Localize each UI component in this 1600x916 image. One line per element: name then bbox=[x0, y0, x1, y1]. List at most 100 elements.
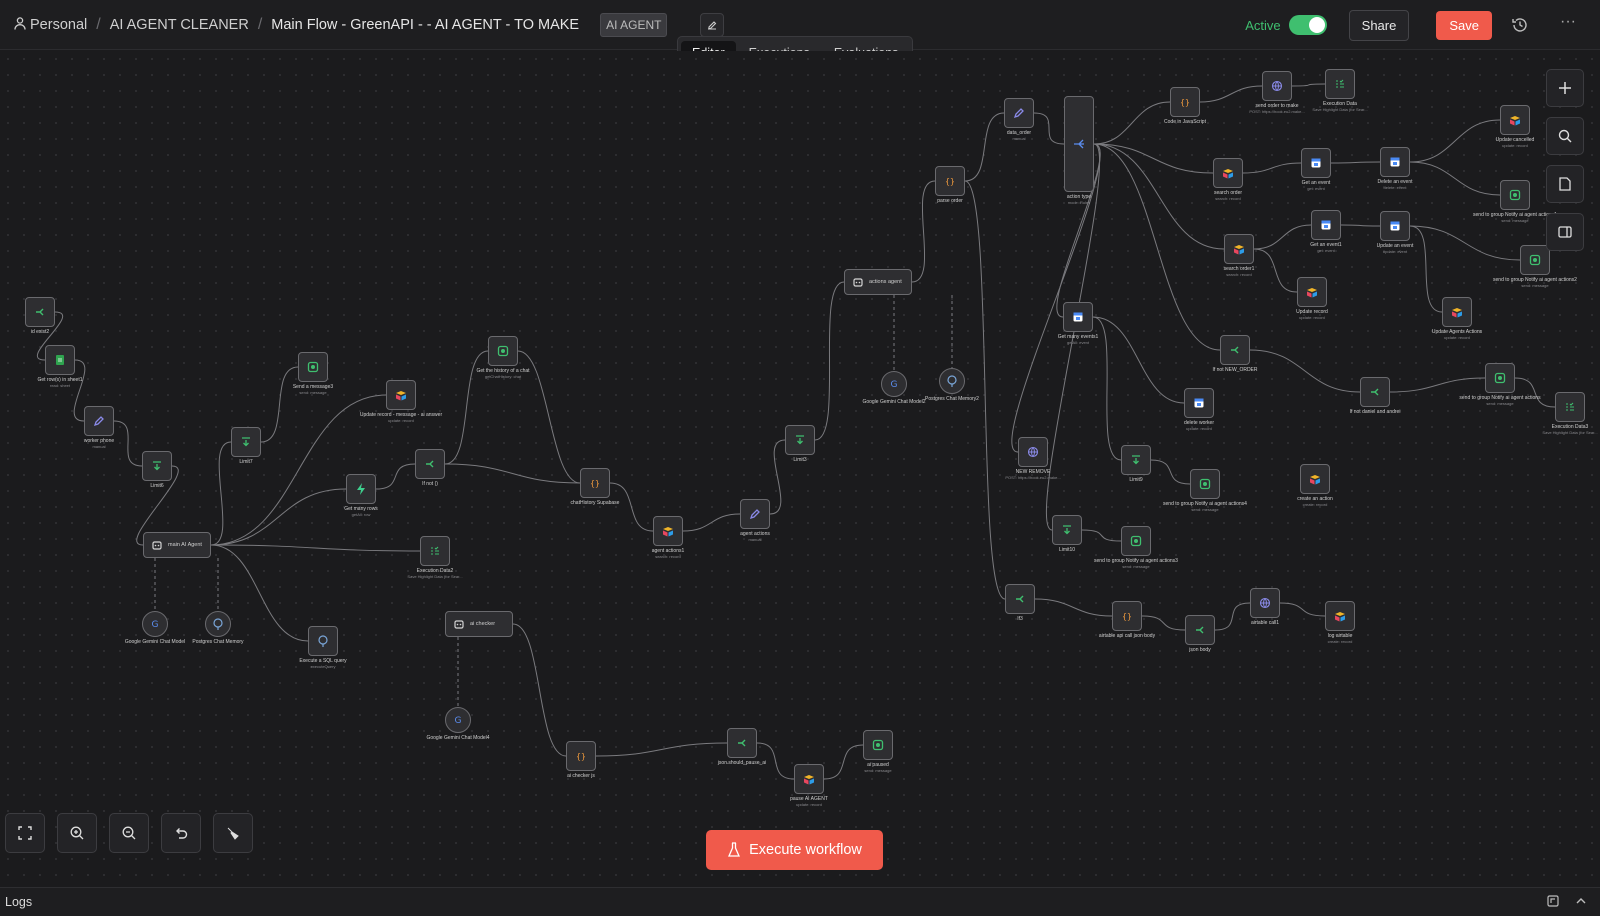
airtable-icon bbox=[394, 388, 408, 402]
workflow-node-n9[interactable] bbox=[298, 352, 328, 382]
workflow-node-n23[interactable]: ai checker bbox=[445, 611, 513, 637]
http-icon bbox=[1026, 445, 1040, 459]
zoom-out-button[interactable] bbox=[109, 813, 149, 853]
workflow-node-n29[interactable]: {} bbox=[935, 166, 965, 196]
workflow-node-n36[interactable] bbox=[1301, 148, 1331, 178]
workflow-node-n24[interactable]: G bbox=[445, 707, 471, 733]
workflow-node-n46[interactable] bbox=[1063, 302, 1093, 332]
workflow-node-n39[interactable] bbox=[1500, 180, 1530, 210]
workflow-node-n37[interactable] bbox=[1380, 147, 1410, 177]
workflow-node-n25[interactable]: {} bbox=[566, 741, 596, 771]
workflow-node-n56[interactable] bbox=[1052, 515, 1082, 545]
workflow-node-n45[interactable] bbox=[1442, 297, 1472, 327]
workflow-node-n10[interactable] bbox=[386, 380, 416, 410]
workflow-node-n11[interactable] bbox=[346, 474, 376, 504]
workflow-node-n35[interactable] bbox=[1213, 158, 1243, 188]
share-button[interactable]: Share bbox=[1348, 9, 1410, 41]
workflow-node-n32[interactable]: {} bbox=[1170, 87, 1200, 117]
execute-workflow-button[interactable]: Execute workflow bbox=[706, 830, 883, 870]
workflow-node-n30[interactable] bbox=[1004, 98, 1034, 128]
workflow-node-n26[interactable] bbox=[727, 728, 757, 758]
workflow-node-n17[interactable] bbox=[653, 516, 683, 546]
workflow-node-n33[interactable] bbox=[1262, 71, 1292, 101]
workflow-node-n40[interactable] bbox=[1224, 234, 1254, 264]
workflow-node-n4[interactable] bbox=[142, 451, 172, 481]
toggle-panel-button[interactable] bbox=[1546, 213, 1584, 251]
workflow-node-n41[interactable] bbox=[1311, 210, 1341, 240]
fit-view-button[interactable] bbox=[5, 813, 45, 853]
workflow-node-n49[interactable] bbox=[1485, 363, 1515, 393]
save-button[interactable]: Save bbox=[1436, 10, 1492, 40]
popout-icon[interactable] bbox=[1546, 894, 1560, 908]
reset-zoom-button[interactable] bbox=[161, 813, 201, 853]
search-nodes-button[interactable] bbox=[1546, 117, 1584, 155]
workflow-node-n59[interactable]: {} bbox=[1112, 601, 1142, 631]
workflow-node-n47[interactable] bbox=[1220, 335, 1250, 365]
workflow-node-n19[interactable] bbox=[785, 425, 815, 455]
workflow-node-n15[interactable] bbox=[420, 536, 450, 566]
workflow-node-n2[interactable] bbox=[45, 345, 75, 375]
workflow-node-n8[interactable] bbox=[231, 427, 261, 457]
workflow-node-n3[interactable] bbox=[84, 406, 114, 436]
workflow-node-n12[interactable] bbox=[415, 449, 445, 479]
history-icon[interactable] bbox=[1510, 15, 1530, 35]
workflow-node-n50[interactable] bbox=[1555, 392, 1585, 422]
logs-panel-bar[interactable]: Logs bbox=[0, 887, 1600, 916]
workflow-node-n14[interactable]: {} bbox=[580, 468, 610, 498]
workflow-node-n22[interactable] bbox=[939, 368, 965, 394]
tidy-up-button[interactable] bbox=[213, 813, 253, 853]
gcal-icon bbox=[1388, 155, 1402, 169]
chevron-up-icon[interactable] bbox=[1574, 894, 1588, 908]
workflow-node-n57[interactable] bbox=[1121, 526, 1151, 556]
active-toggle[interactable] bbox=[1288, 15, 1327, 35]
workflow-node-n55[interactable] bbox=[1300, 464, 1330, 494]
workflow-node-n52[interactable] bbox=[1018, 437, 1048, 467]
connection-line bbox=[1409, 161, 1501, 196]
breadcrumb-personal[interactable]: Personal bbox=[14, 17, 87, 33]
workflow-node-n1[interactable] bbox=[25, 297, 55, 327]
workflow-tag[interactable]: AI AGENT bbox=[600, 12, 668, 37]
node-title: actions agent bbox=[869, 279, 902, 285]
workflow-title[interactable]: Main Flow - GreenAPI - - AI AGENT - TO M… bbox=[271, 17, 579, 33]
gemini-icon: G bbox=[451, 713, 465, 727]
workflow-node-n20[interactable]: actions agent bbox=[844, 269, 912, 295]
workflow-node-n21[interactable]: G bbox=[881, 371, 907, 397]
workflow-node-n28[interactable] bbox=[863, 730, 893, 760]
if-icon bbox=[735, 736, 749, 750]
workflow-node-n60[interactable] bbox=[1185, 615, 1215, 645]
workflow-node-n27[interactable] bbox=[794, 764, 824, 794]
workflow-node-n31[interactable] bbox=[1064, 96, 1094, 192]
plus-icon bbox=[1559, 82, 1571, 94]
workflow-node-n53[interactable] bbox=[1121, 445, 1151, 475]
workflow-node-n44[interactable] bbox=[1297, 277, 1327, 307]
workflow-node-n43[interactable] bbox=[1520, 245, 1550, 275]
workflow-node-n13[interactable] bbox=[488, 336, 518, 366]
edit-tags-button[interactable] bbox=[700, 12, 725, 37]
workflow-node-n62[interactable] bbox=[1325, 601, 1355, 631]
add-node-button[interactable] bbox=[1546, 69, 1584, 107]
workflow-canvas[interactable]: id exist2 Get row(s) in sheet1 read: sheet… bbox=[0, 51, 1600, 887]
workflow-node-n54[interactable] bbox=[1190, 469, 1220, 499]
connection-line bbox=[260, 366, 299, 443]
connection-line bbox=[210, 544, 421, 552]
workflow-node-n42[interactable] bbox=[1380, 211, 1410, 241]
connection-line bbox=[1340, 224, 1381, 227]
workflow-node-n6[interactable]: G bbox=[142, 611, 168, 637]
workflow-node-n16[interactable] bbox=[308, 626, 338, 656]
breadcrumb-project[interactable]: AI AGENT CLEANER bbox=[110, 17, 249, 33]
workflow-node-n38[interactable] bbox=[1500, 105, 1530, 135]
workflow-node-n48[interactable] bbox=[1360, 377, 1390, 407]
workflow-node-n7[interactable] bbox=[205, 611, 231, 637]
workflow-node-n18[interactable] bbox=[740, 499, 770, 529]
workflow-node-n5[interactable]: main AI Agent bbox=[143, 532, 211, 558]
workflow-node-n58[interactable] bbox=[1005, 584, 1035, 614]
workflow-node-n34[interactable] bbox=[1325, 69, 1355, 99]
workflow-node-n61[interactable] bbox=[1250, 588, 1280, 618]
more-options-icon[interactable]: ··· bbox=[1558, 14, 1578, 35]
airtable-icon bbox=[661, 524, 675, 538]
zoom-in-button[interactable] bbox=[57, 813, 97, 853]
limit-icon bbox=[239, 435, 253, 449]
connection-line bbox=[1214, 602, 1251, 631]
workflow-node-n51[interactable] bbox=[1184, 388, 1214, 418]
sticky-note-button[interactable] bbox=[1546, 165, 1584, 203]
